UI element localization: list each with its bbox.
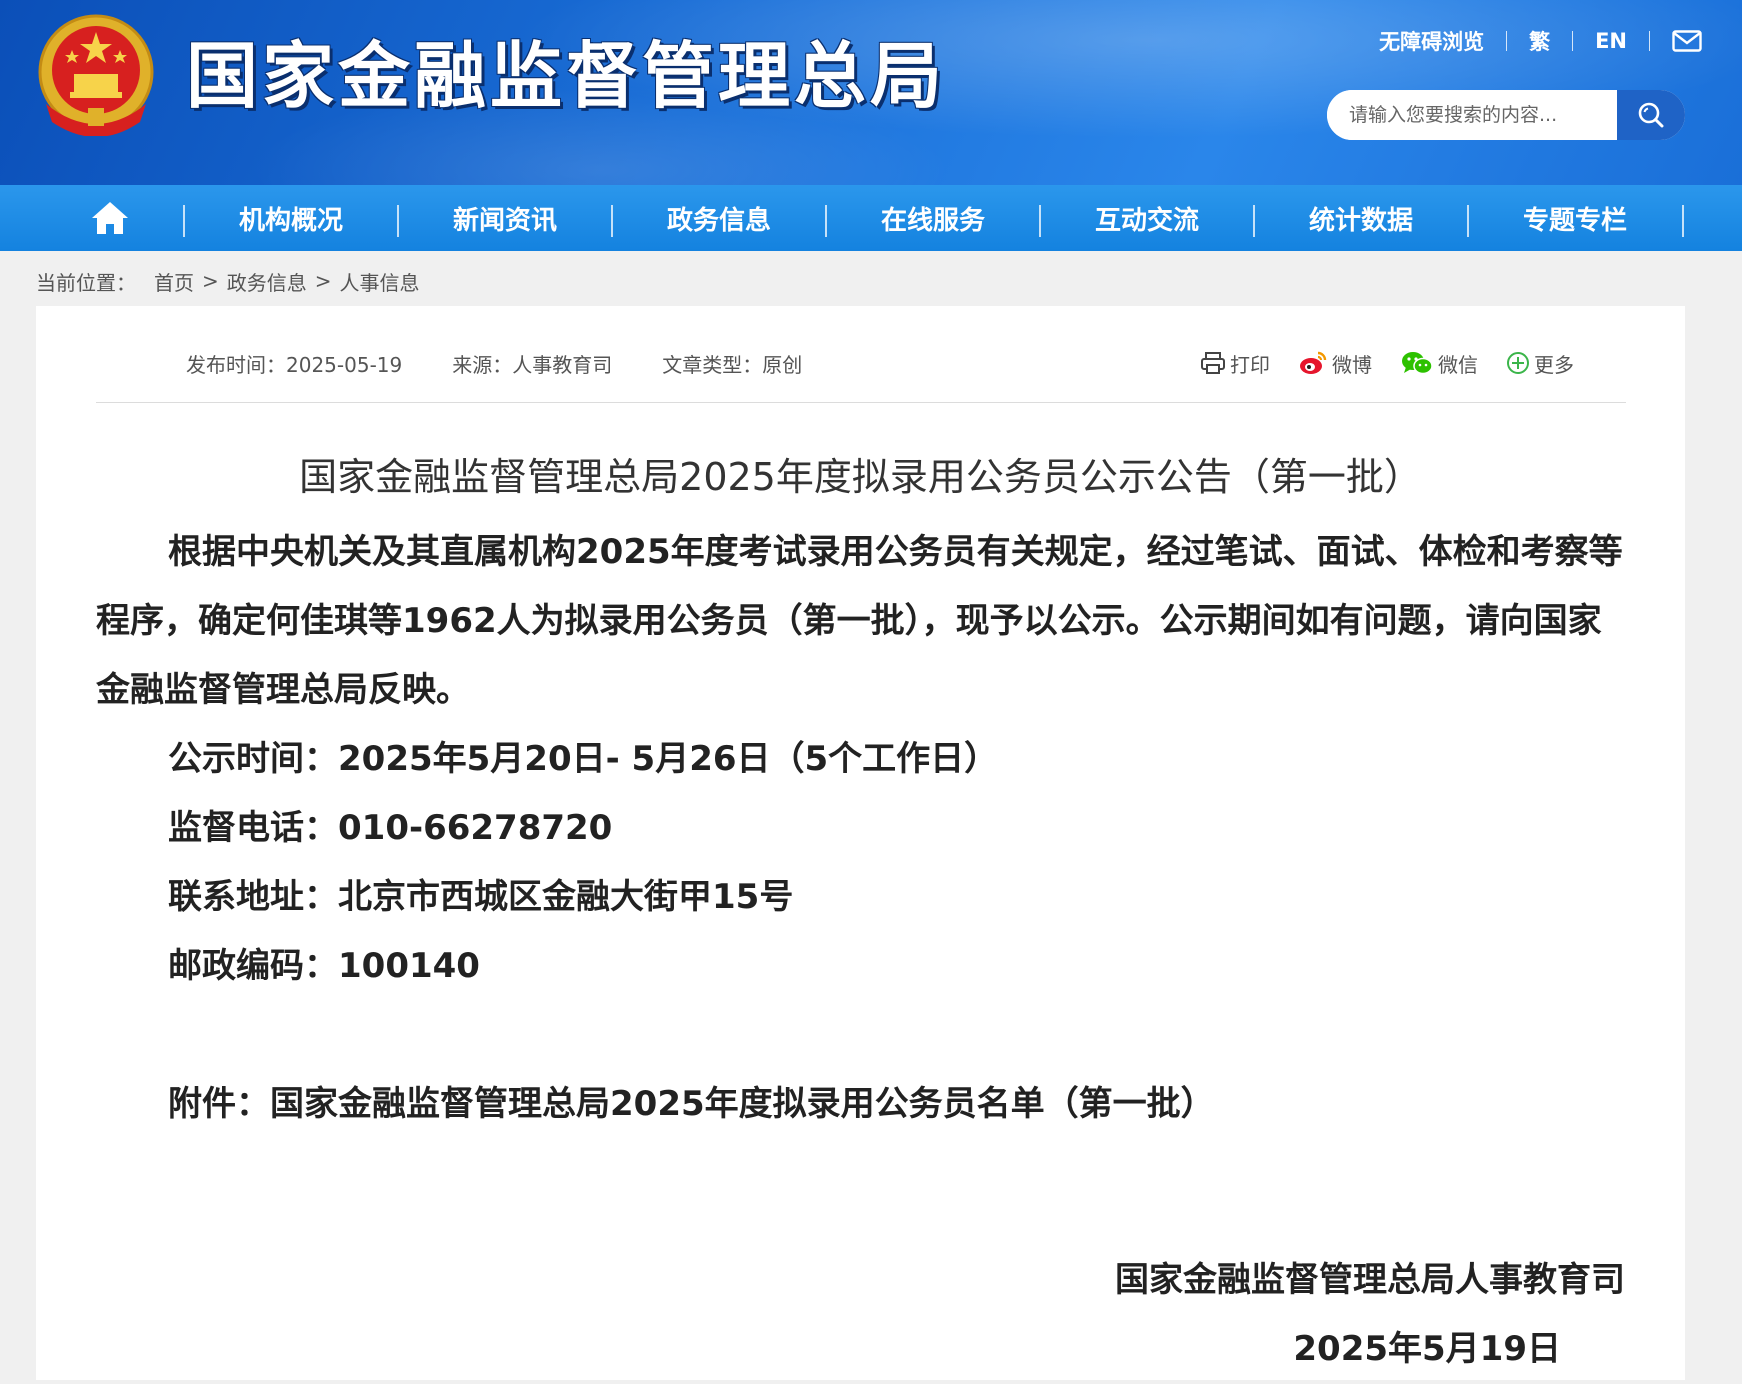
- share-weibo-button[interactable]: 微博: [1298, 349, 1372, 378]
- top-links: 无障碍浏览 繁 EN: [1379, 24, 1702, 58]
- breadcrumb-home[interactable]: 首页: [154, 267, 194, 296]
- nav-divider: [1682, 205, 1684, 237]
- weibo-icon: [1300, 351, 1327, 374]
- main-nav: 机构概况 新闻资讯 政务信息 在线服务 互动交流 统计数据 专题专栏: [0, 185, 1742, 251]
- more-label: 更多: [1534, 352, 1574, 377]
- nav-item-overview[interactable]: 机构概况: [184, 185, 398, 251]
- attachment-link[interactable]: 附件：国家金融监督管理总局2025年度拟录用公务员名单（第一批）: [96, 1070, 1626, 1139]
- article-body: 根据中央机关及其直属机构2025年度考试录用公务员有关规定，经过笔试、面试、体检…: [96, 518, 1626, 1139]
- article-source: 来源：人事教育司: [452, 352, 613, 377]
- nav-item-interaction[interactable]: 互动交流: [1040, 185, 1254, 251]
- contact-address: 联系地址：北京市西城区金融大街甲15号: [168, 877, 794, 917]
- wechat-label: 微信: [1438, 352, 1478, 377]
- supervision-phone: 监督电话：010-66278720: [168, 808, 613, 848]
- breadcrumb-label: 当前位置：: [36, 270, 136, 295]
- postal-code: 邮政编码：100140: [168, 946, 480, 986]
- mail-icon[interactable]: [1672, 30, 1702, 52]
- national-emblem-icon: [38, 14, 154, 136]
- nav-item-statistics[interactable]: 统计数据: [1254, 185, 1468, 251]
- top-link-divider: [1572, 31, 1574, 51]
- home-icon: [92, 202, 128, 234]
- english-link[interactable]: EN: [1595, 29, 1627, 53]
- signature: 国家金融监督管理总局人事教育司 2025年5月19日: [1115, 1246, 1625, 1384]
- search-button[interactable]: [1617, 90, 1685, 140]
- search-input[interactable]: [1327, 90, 1617, 140]
- nav-home[interactable]: [70, 185, 150, 251]
- article-type: 文章类型：原创: [662, 352, 803, 377]
- breadcrumb: 当前位置： 首页 > 政务信息 > 人事信息: [36, 266, 420, 296]
- article-title: 国家金融监督管理总局2025年度拟录用公务员公示公告（第一批）: [299, 455, 1422, 499]
- accessibility-link[interactable]: 无障碍浏览: [1379, 26, 1484, 56]
- printer-icon: [1201, 352, 1225, 374]
- nav-item-news[interactable]: 新闻资讯: [398, 185, 612, 251]
- publish-time: 发布时间：2025-05-19: [186, 352, 403, 377]
- signature-org: 国家金融监督管理总局人事教育司: [1115, 1260, 1625, 1300]
- article-meta: 发布时间：2025-05-19 来源：人事教育司 文章类型：原创: [186, 348, 852, 378]
- top-link-divider: [1649, 31, 1650, 51]
- top-link-divider: [1506, 31, 1508, 51]
- site-title: 国家金融监督管理总局: [186, 34, 947, 118]
- nav-item-special-topics[interactable]: 专题专栏: [1468, 185, 1682, 251]
- signature-date: 2025年5月19日: [1293, 1329, 1561, 1369]
- breadcrumb-government-info[interactable]: 政务信息: [227, 267, 307, 296]
- meta-divider: [96, 402, 1626, 403]
- breadcrumb-personnel-info[interactable]: 人事信息: [340, 267, 420, 296]
- share-wechat-button[interactable]: 微信: [1400, 349, 1478, 378]
- share-more-button[interactable]: 更多: [1506, 349, 1574, 378]
- search-icon: [1638, 102, 1664, 128]
- article-paragraph: 根据中央机关及其直属机构2025年度考试录用公务员有关规定，经过笔试、面试、体检…: [96, 532, 1623, 710]
- breadcrumb-separator: >: [314, 269, 332, 293]
- publicity-period: 公示时间：2025年5月20日- 5月26日（5个工作日）: [168, 739, 999, 779]
- nav-item-online-service[interactable]: 在线服务: [826, 185, 1040, 251]
- search-box: [1327, 90, 1685, 140]
- wechat-icon: [1402, 352, 1433, 375]
- print-button[interactable]: 打印: [1200, 349, 1270, 378]
- nav-item-government-info[interactable]: 政务信息: [612, 185, 826, 251]
- breadcrumb-separator: >: [202, 269, 219, 293]
- traditional-chinese-link[interactable]: 繁: [1529, 26, 1550, 56]
- print-label: 打印: [1230, 352, 1270, 377]
- share-bar: 打印 微博 微信 更多: [1200, 346, 1574, 380]
- article-card: 发布时间：2025-05-19 来源：人事教育司 文章类型：原创 打印 微博 微…: [36, 306, 1685, 1380]
- weibo-label: 微博: [1332, 352, 1372, 377]
- plus-circle-icon: [1507, 352, 1529, 374]
- site-header: 国家金融监督管理总局 无障碍浏览 繁 EN: [0, 0, 1742, 185]
